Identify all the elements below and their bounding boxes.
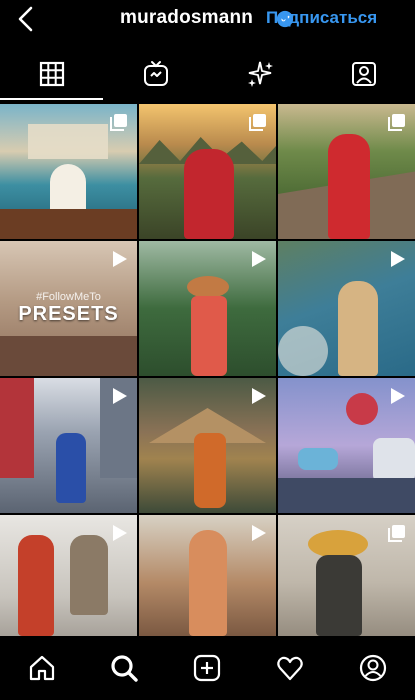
person-shape — [56, 433, 86, 503]
headdress-shape — [308, 530, 368, 558]
post-thumbnail[interactable] — [0, 104, 137, 239]
grid-icon — [39, 61, 64, 87]
tab-effects[interactable] — [208, 48, 311, 100]
igtv-icon — [143, 61, 168, 86]
video-play-icon — [252, 251, 266, 267]
post-thumbnail[interactable] — [139, 515, 276, 650]
nav-profile[interactable] — [353, 650, 393, 686]
nav-activity[interactable] — [270, 650, 310, 686]
post-thumbnail[interactable] — [278, 515, 415, 650]
person-shape — [316, 555, 362, 636]
video-play-icon — [252, 388, 266, 404]
chevron-left-icon[interactable] — [12, 4, 42, 34]
dessert-shape — [298, 448, 338, 470]
person-shape — [191, 296, 227, 376]
post-thumbnail[interactable] — [0, 378, 137, 513]
effects-sparkles-icon — [247, 61, 273, 87]
search-icon — [111, 655, 138, 682]
hat-shape — [187, 276, 229, 298]
video-play-icon — [252, 525, 266, 541]
nav-search[interactable] — [104, 650, 144, 686]
post-thumbnail[interactable] — [278, 104, 415, 239]
add-post-icon — [193, 654, 221, 682]
tab-grid[interactable] — [0, 48, 103, 100]
profile-tabs — [0, 48, 415, 102]
tagged-user-icon — [351, 62, 376, 86]
video-play-icon — [113, 525, 127, 541]
person-shape — [328, 134, 370, 239]
carousel-icon — [110, 114, 127, 131]
person-shape — [70, 535, 108, 615]
bottom-nav-bar — [0, 636, 415, 700]
hashtag-text: #FollowMeTo — [36, 291, 101, 303]
person-shape — [338, 281, 378, 376]
post-thumbnail[interactable]: #FollowMeTo PRESETS — [0, 241, 137, 376]
boat-shape — [0, 209, 137, 239]
presets-text: PRESETS — [18, 303, 119, 325]
carousel-icon — [388, 114, 405, 131]
video-play-icon — [391, 251, 405, 267]
waves-shape — [278, 326, 328, 376]
carousel-icon — [388, 525, 405, 542]
profile-username: muradosmann — [120, 7, 254, 28]
nav-home[interactable] — [22, 650, 62, 686]
post-thumbnail[interactable] — [0, 515, 137, 650]
post-thumbnail[interactable] — [139, 104, 276, 239]
posts-grid: #FollowMeTo PRESETS — [0, 104, 415, 650]
video-play-icon — [113, 388, 127, 404]
subscribe-button[interactable]: Подписаться — [266, 8, 377, 28]
nav-add-post[interactable] — [187, 650, 227, 686]
person-shape — [184, 149, 234, 239]
profile-icon — [359, 654, 387, 682]
person-shape — [194, 433, 226, 508]
post-thumbnail[interactable] — [278, 241, 415, 376]
building-shape — [28, 124, 108, 159]
video-play-icon — [391, 388, 405, 404]
tab-tagged[interactable] — [312, 48, 415, 100]
carousel-icon — [249, 114, 266, 131]
building-shape — [0, 378, 34, 478]
tab-igtv[interactable] — [104, 48, 207, 100]
person-shape — [189, 530, 227, 636]
home-icon — [29, 655, 55, 681]
flower-shape — [346, 393, 378, 425]
activity-heart-icon — [277, 656, 303, 681]
street-shape — [0, 336, 137, 376]
sign-shape — [373, 438, 415, 483]
active-tab-indicator — [0, 98, 103, 100]
post-thumbnail[interactable] — [278, 378, 415, 513]
top-bar: muradosmann Подписаться — [0, 0, 415, 40]
post-thumbnail[interactable] — [139, 241, 276, 376]
city-shape — [278, 478, 415, 513]
post-thumbnail[interactable] — [139, 378, 276, 513]
video-play-icon — [113, 251, 127, 267]
person-shape — [18, 535, 54, 636]
